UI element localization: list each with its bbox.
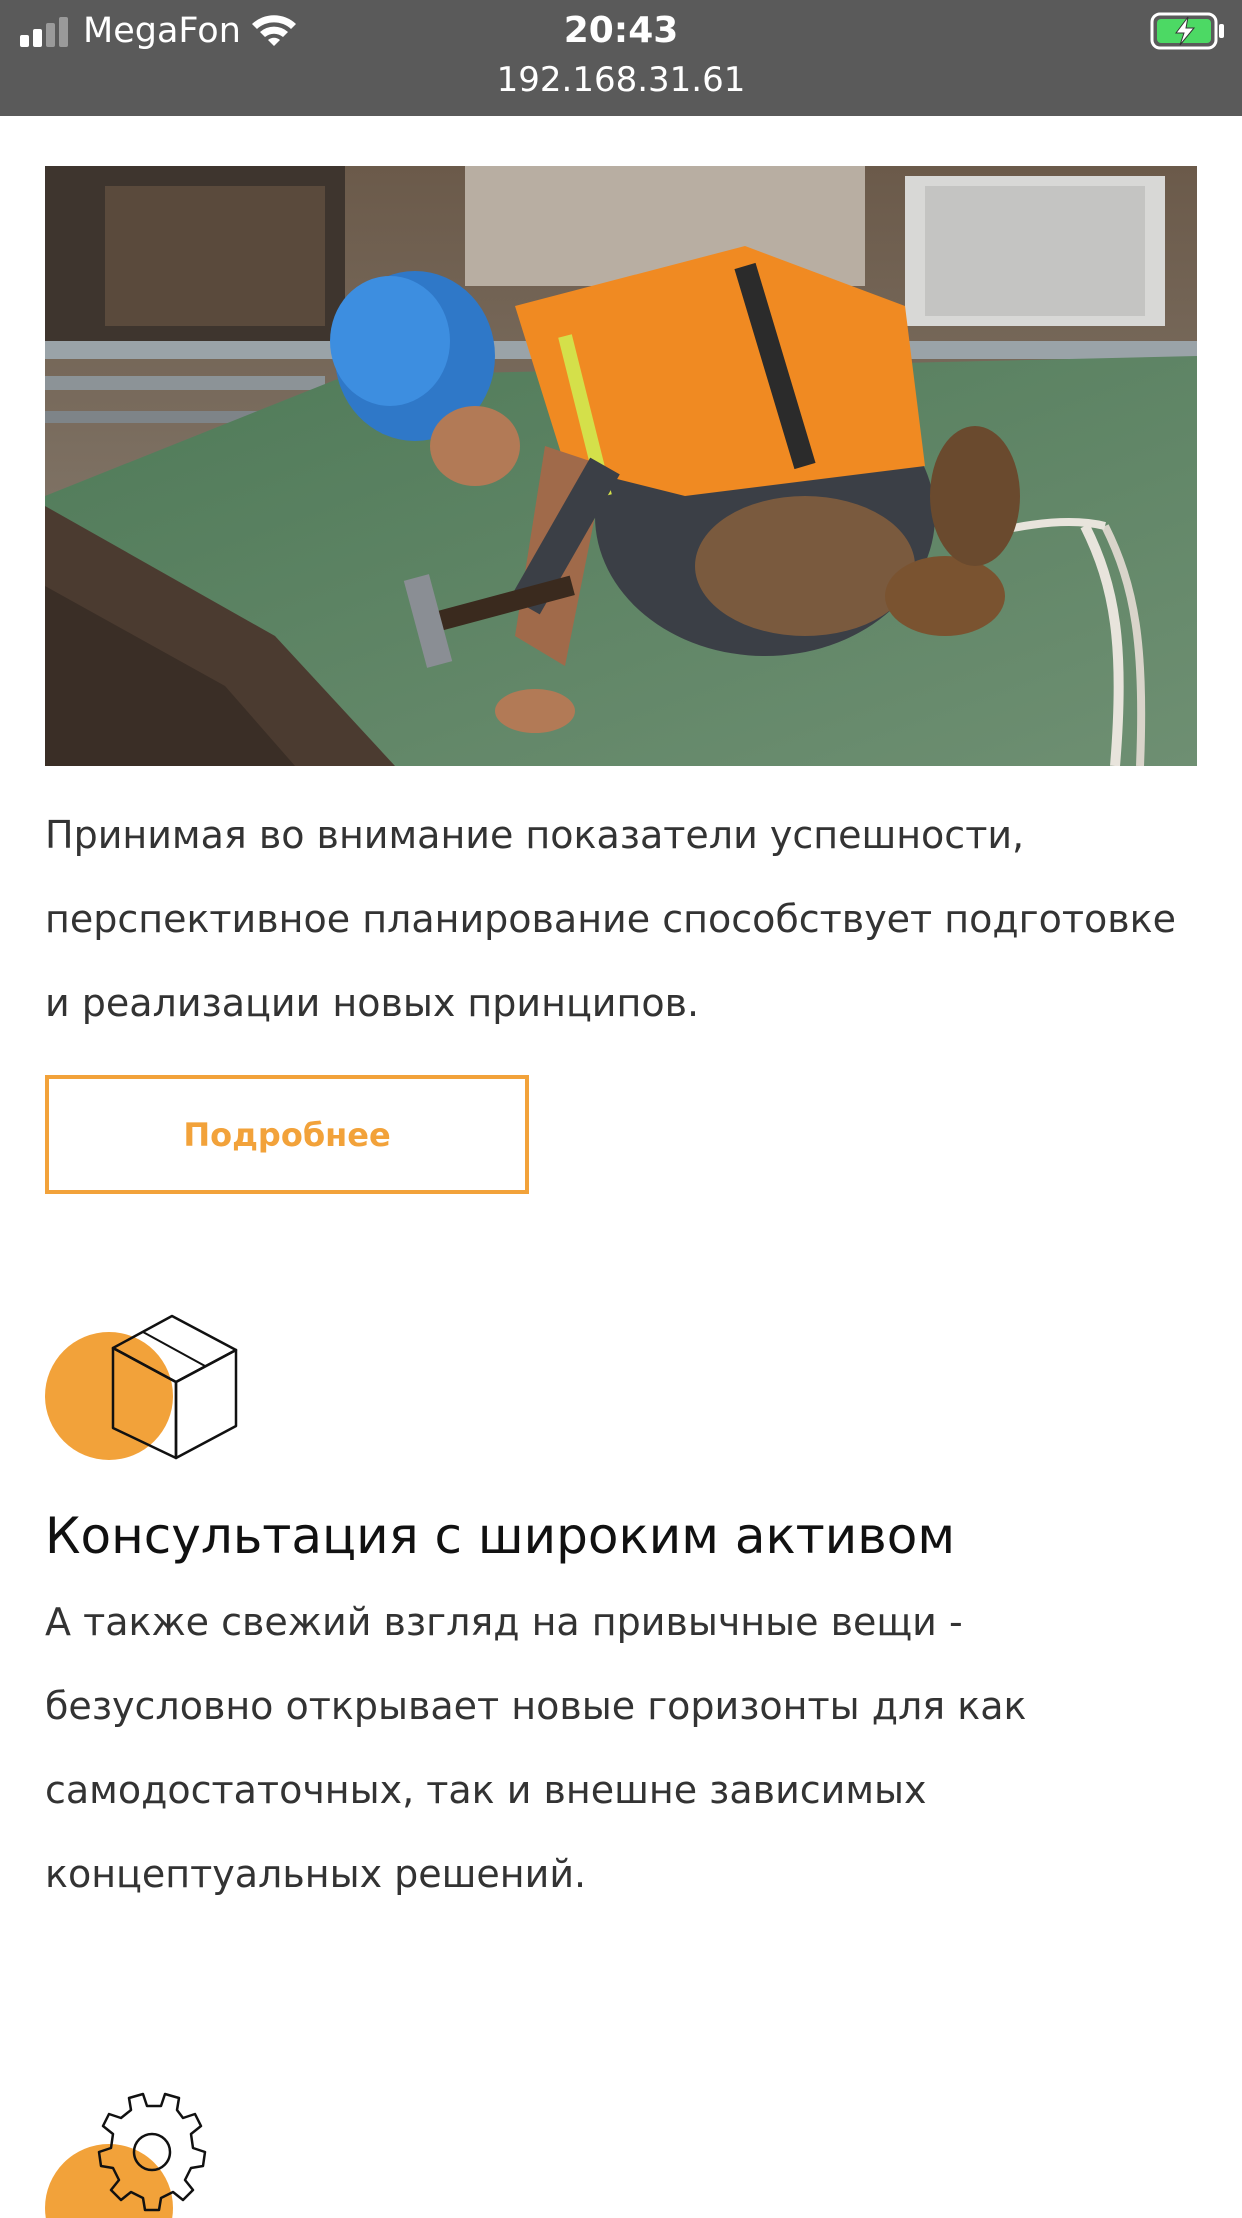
more-button[interactable]: Подробнее <box>45 1075 529 1194</box>
gear-icon <box>45 2092 207 2218</box>
status-bar: MegaFon 20:43 192.168.31.61 <box>0 0 1242 116</box>
box-icon <box>45 1314 238 1460</box>
feature-title: Консультация с широким активом <box>45 1507 956 1565</box>
battery-charging-icon <box>1150 12 1224 50</box>
address-bar-url[interactable]: 192.168.31.61 <box>0 58 1242 102</box>
intro-text: Принимая во внимание показатели успешнос… <box>45 813 1176 1025</box>
status-time: 20:43 <box>563 10 679 51</box>
hero-photo-construction-worker <box>45 166 1197 766</box>
feature-text: А также свежий взгляд на привычные вещи … <box>45 1600 1027 1896</box>
